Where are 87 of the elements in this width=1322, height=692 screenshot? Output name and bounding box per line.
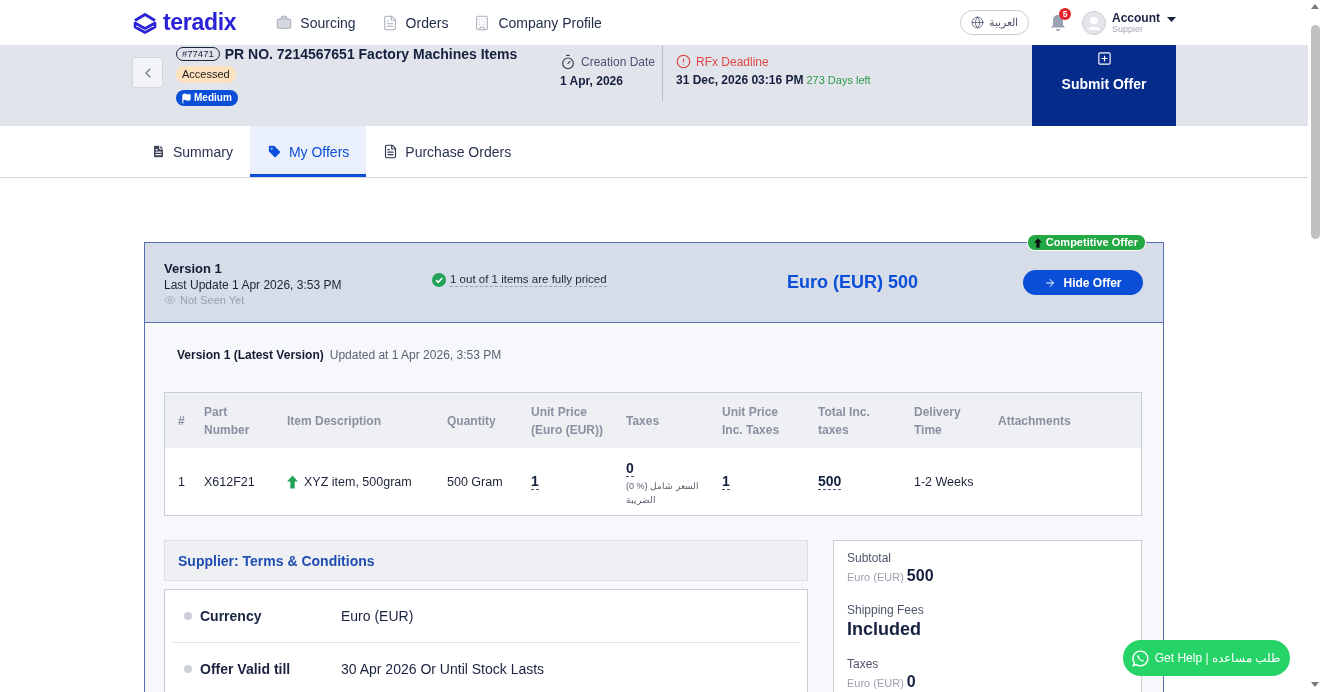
offer-rank-label: Competitive Offer xyxy=(1045,236,1138,249)
terms-heading: Supplier: Terms & Conditions xyxy=(164,540,808,581)
column-header: # xyxy=(178,413,185,430)
column-header: Item Description xyxy=(287,413,382,430)
summary-label: Subtotal xyxy=(847,551,892,566)
term-label: Currency xyxy=(200,608,263,624)
info-value: 31 Dec, 2026 03:16 PM xyxy=(676,73,804,87)
version-title: Version 1 xyxy=(164,261,222,276)
part-number: X612F21 xyxy=(204,474,255,489)
summary-label: Shipping Fees xyxy=(847,603,924,618)
column-header: Part Number xyxy=(204,403,251,439)
alert-icon xyxy=(676,54,691,69)
tax-amount: 0 xyxy=(626,460,634,477)
info-value: 1 Apr, 2026 xyxy=(560,74,623,88)
updated-text: Updated at 1 Apr 2026, 3:53 PM xyxy=(329,348,502,362)
language-button[interactable]: العربية xyxy=(960,10,1029,35)
plus-square-icon xyxy=(1096,51,1112,66)
scrollbar-thumb[interactable] xyxy=(1310,25,1320,239)
term-label: Offer Valid till xyxy=(200,660,292,677)
nav-link[interactable]: Sourcing xyxy=(276,14,356,31)
currency-label: Euro (EUR) xyxy=(847,570,904,585)
tab[interactable]: Summary xyxy=(134,126,250,177)
eye-icon xyxy=(164,294,176,306)
document-icon xyxy=(383,144,399,159)
term-value: 30 Apr 2026 Or Until Stock Lasts xyxy=(341,660,545,677)
request-title: PR NO. 7214567651 Factory Machines Items xyxy=(224,45,518,62)
caret-icon[interactable] xyxy=(1167,17,1176,22)
item-description: XYZ item, 500gram xyxy=(304,474,412,489)
logo-icon xyxy=(132,10,158,35)
globe-icon xyxy=(971,16,984,29)
document-icon xyxy=(381,14,398,31)
column-header: Total Inc. taxes xyxy=(818,403,871,439)
submit-offer-button[interactable]: Submit Offer xyxy=(1032,45,1176,126)
bullet-icon xyxy=(184,612,192,620)
account-name: Account xyxy=(1112,11,1160,24)
summary-amount: 0 xyxy=(906,673,916,691)
nav-link[interactable]: Company Profile xyxy=(474,14,602,31)
info-label: Creation Date xyxy=(581,55,656,69)
tax-note: (0 %) السعر شامل الضريبة xyxy=(626,479,700,507)
pricing-status: 1 out of 1 items are fully priced xyxy=(450,272,607,287)
delivery-time: 1-2 Weeks xyxy=(914,474,974,489)
summary-value: Included xyxy=(847,619,921,640)
hide-offer-button[interactable]: Hide Offer xyxy=(1023,270,1143,295)
unit-price-value: 1 xyxy=(531,473,539,490)
notification-count: 5 xyxy=(1059,7,1071,20)
arrow-right-icon xyxy=(1044,276,1057,289)
flag-icon xyxy=(181,92,192,104)
brand-name: teradix xyxy=(163,9,237,36)
info-label: RFx Deadline xyxy=(696,54,769,69)
briefcase-icon xyxy=(276,14,293,31)
nav-link[interactable]: Orders xyxy=(381,14,449,31)
quantity-value: 500 Gram xyxy=(447,474,503,489)
chat-phone-icon xyxy=(1131,649,1149,667)
stopwatch-icon xyxy=(560,54,576,70)
summary-amount: 500 xyxy=(906,567,934,585)
priority-label: Medium xyxy=(194,92,232,104)
total-value: 500 xyxy=(818,473,842,490)
unit-price-inc-taxes-value: 1 xyxy=(722,473,730,490)
days-left-text: 273 Days left xyxy=(806,74,871,86)
scroll-up-icon[interactable] xyxy=(1311,4,1319,9)
column-header: Unit Price Inc. Taxes xyxy=(722,403,781,439)
column-header: Unit Price (Euro (EUR)) xyxy=(531,403,604,439)
bullet-icon xyxy=(184,664,192,673)
tag-icon xyxy=(266,144,282,159)
arrow-up-icon xyxy=(1033,237,1042,248)
building-icon xyxy=(474,14,491,31)
notification-bell-icon[interactable] xyxy=(1050,13,1066,32)
offer-total: Euro (EUR) 500 xyxy=(787,272,919,293)
currency-label: Euro (EUR) xyxy=(847,676,904,691)
column-header: Quantity xyxy=(447,413,496,430)
column-header: Attachments xyxy=(998,413,1071,430)
seen-status: Not Seen Yet xyxy=(180,294,245,306)
tab[interactable]: My Offers xyxy=(249,126,367,177)
status-badge: Accessed xyxy=(176,66,236,83)
column-header: Delivery Time xyxy=(914,403,962,439)
version-label: Version 1 (Latest Version) xyxy=(177,348,324,362)
tab[interactable]: Purchase Orders xyxy=(366,126,529,177)
account-role: Suppier xyxy=(1112,24,1144,34)
last-update-text: Last Update 1 Apr 2026, 3:53 PM xyxy=(164,278,342,292)
term-value: Euro (EUR) xyxy=(341,608,414,624)
summary-label: Taxes xyxy=(847,657,879,672)
column-header: Taxes xyxy=(626,413,660,430)
arrow-up-icon xyxy=(287,474,298,489)
scroll-down-icon[interactable] xyxy=(1311,682,1319,687)
document-icon xyxy=(151,144,166,159)
row-number: 1 xyxy=(178,474,185,489)
check-circle-icon xyxy=(432,272,446,287)
